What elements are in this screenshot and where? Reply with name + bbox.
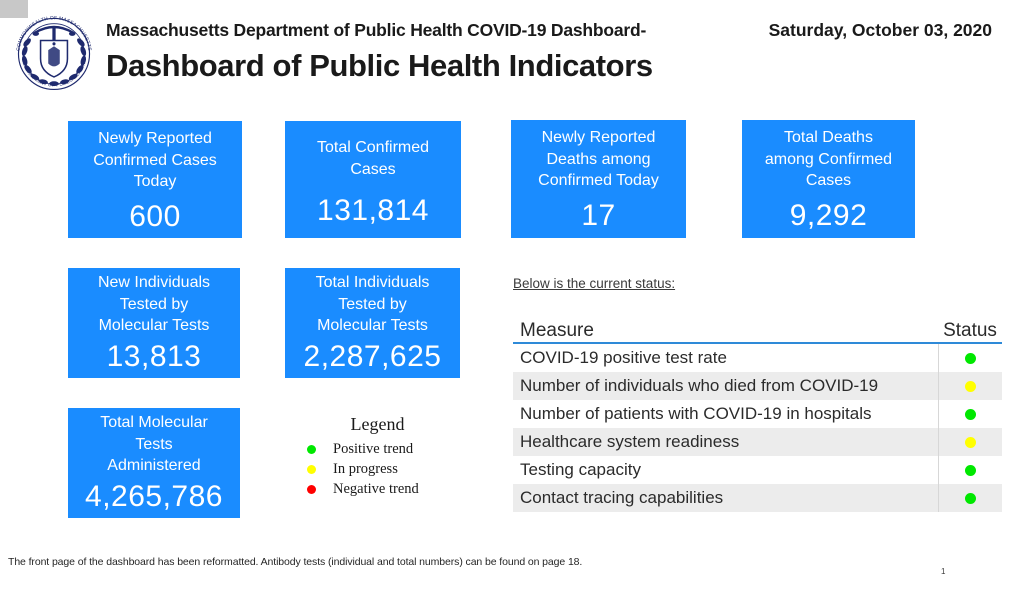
status-cell [938,400,1002,428]
measure-label: Contact tracing capabilities [520,488,724,507]
legend-item-label: Positive trend [333,441,414,457]
yellow-dot-icon [307,465,316,474]
green-dot-icon [307,445,316,454]
table-row: Number of individuals who died from COVI… [513,372,1002,400]
status-cell [938,456,1002,484]
page-subtitle: Dashboard of Public Health Indicators [106,48,653,83]
legend-item-positive: Positive trend [285,441,485,458]
status-table: Measure Status COVID-19 positive test ra… [513,310,1002,512]
metric-value: 4,265,786 [85,479,223,513]
measure-label: Testing capacity [520,460,641,479]
metric-card-new-cases: Newly Reported Confirmed Cases Today 600 [68,121,242,238]
metric-label: Total Molecular Tests Administered [100,414,208,474]
status-note: Below is the current status: [513,276,676,291]
page-title: Massachusetts Department of Public Healt… [106,20,647,40]
metric-card-total-molecular-tests: Total Molecular Tests Administered 4,265… [68,408,240,518]
legend-title: Legend [350,414,405,434]
measure-label: COVID-19 positive test rate [520,348,727,367]
legend-item-label: In progress [333,461,398,477]
metric-card-total-cases: Total Confirmed Cases 131,814 [285,121,461,238]
metric-value: 13,813 [106,339,202,373]
status-cell [938,372,1002,400]
metric-value: 9,292 [789,198,868,232]
metric-value: 2,287,625 [303,339,442,373]
measure-label: Number of individuals who died from COVI… [520,376,879,395]
legend-item-in-progress: In progress [285,461,485,478]
legend-item-label: Negative trend [333,481,419,497]
table-row: Contact tracing capabilities [513,484,1002,512]
red-dot-icon [307,485,316,494]
measure-label: Number of patients with COVID-19 in hosp… [520,404,872,423]
status-cell [938,344,1002,372]
green-dot-icon [965,492,976,504]
metric-label: Total Confirmed Cases [316,139,430,178]
column-header-status: Status [943,320,997,341]
legend-item-negative: Negative trend [285,481,485,498]
green-dot-icon [965,408,976,420]
header-line: Massachusetts Department of Public Healt… [106,20,1006,46]
yellow-dot-icon [965,380,976,392]
table-row: COVID-19 positive test rate [513,344,1002,372]
metric-card-total-individuals-tested: Total Individuals Tested by Molecular Te… [285,268,460,378]
status-table-header: Measure Status [513,310,1002,344]
metric-label: Newly Reported Confirmed Cases Today [93,130,217,190]
metric-card-total-deaths: Total Deaths among Confirmed Cases 9,292 [742,120,915,238]
report-date: Saturday, October 03, 2020 [768,20,992,40]
table-row: Testing capacity [513,456,1002,484]
metric-label: Total Deaths among Confirmed Cases [764,129,893,189]
legend: Legend Positive trend In progress Negati… [285,414,485,501]
status-cell [938,428,1002,456]
green-dot-icon [965,352,976,364]
metric-card-new-individuals-tested: New Individuals Tested by Molecular Test… [68,268,240,378]
footnote: The front page of the dashboard has been… [8,556,583,568]
metric-value: 131,814 [317,194,429,227]
massachusetts-dph-seal-icon: COMMONWEALTH OF MASSACHUSETTS DEPARTMENT… [6,4,102,100]
metric-card-new-deaths: Newly Reported Deaths among Confirmed To… [511,120,686,238]
measure-label: Healthcare system readiness [520,432,740,451]
metric-label: Newly Reported Deaths among Confirmed To… [538,129,659,189]
yellow-dot-icon [965,436,976,448]
dashboard-page: COMMONWEALTH OF MASSACHUSETTS DEPARTMENT… [0,0,1020,604]
status-cell [938,484,1002,512]
metric-label: Total Individuals Tested by Molecular Te… [315,274,430,334]
page-number: 1 [941,567,946,576]
table-row: Number of patients with COVID-19 in hosp… [513,400,1002,428]
table-row: Healthcare system readiness [513,428,1002,456]
metric-value: 600 [129,199,181,233]
metric-value: 17 [581,198,616,232]
green-dot-icon [965,464,976,476]
column-header-measure: Measure [520,320,594,341]
metric-label: New Individuals Tested by Molecular Test… [97,274,211,334]
